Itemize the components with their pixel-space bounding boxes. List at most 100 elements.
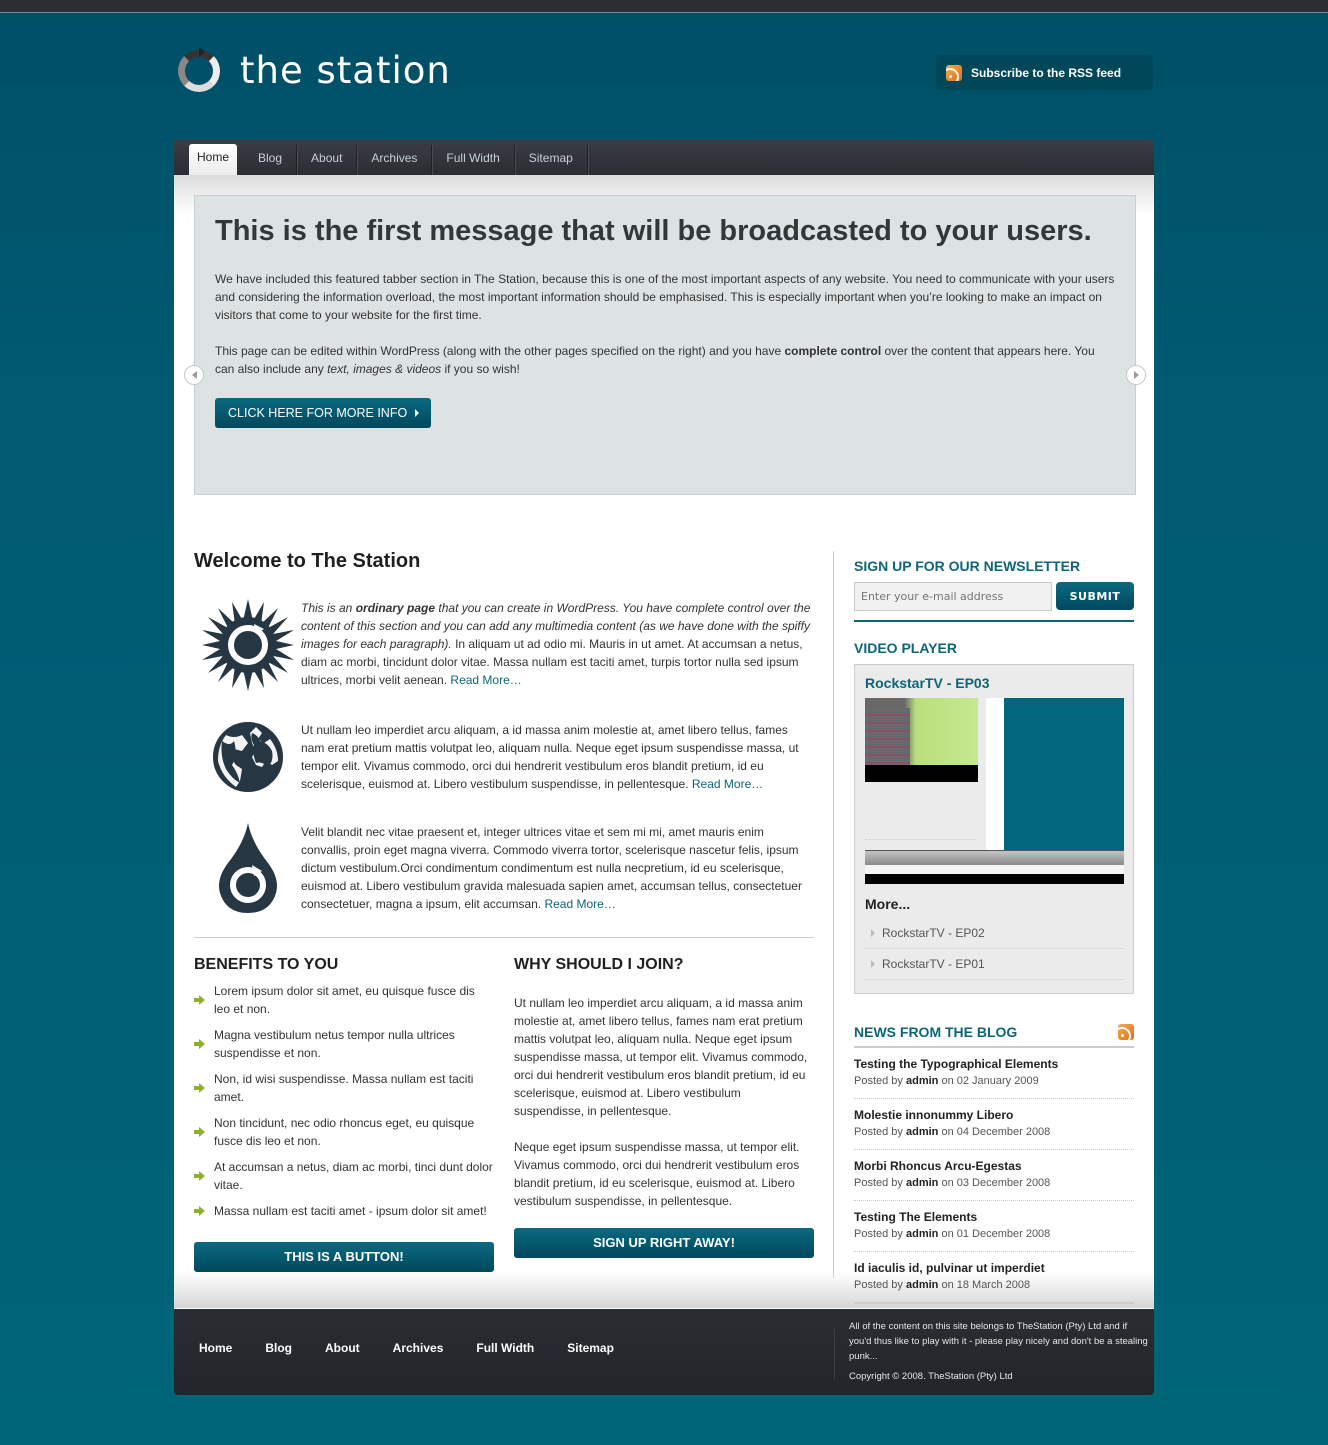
post-title-link[interactable]: Testing the Typographical Elements bbox=[854, 1056, 1134, 1073]
green-arrow-icon bbox=[194, 995, 206, 1005]
italic-text: This is an bbox=[301, 601, 356, 615]
sidebar: SIGN UP FOR OUR NEWSLETTER SUBMIT VIDEO … bbox=[854, 558, 1134, 1304]
feature-text: This is an ordinary page that you can cr… bbox=[301, 599, 813, 691]
benefits-heading: BENEFITS TO YOU bbox=[194, 956, 339, 973]
water-drop-icon bbox=[194, 823, 301, 913]
rss-subscribe-button[interactable]: Subscribe to the RSS feed bbox=[936, 55, 1153, 90]
content-area: This is the first message that will be b… bbox=[174, 175, 1154, 1308]
episode-label: RockstarTV - EP01 bbox=[882, 957, 985, 971]
benefit-text: Non tincidunt, nec odio rhoncus eget, eu… bbox=[214, 1116, 475, 1148]
post-author: admin bbox=[905, 1279, 939, 1291]
play-arrow-icon bbox=[415, 409, 420, 417]
video-title[interactable]: RockstarTV - EP03 bbox=[865, 675, 1123, 691]
feature-text: Velit blandit nec vitae praesent et, int… bbox=[301, 823, 813, 913]
post-title-link[interactable]: Id iaculis id, pulvinar ut imperdiet bbox=[854, 1260, 1134, 1277]
featured-heading: This is the first message that will be b… bbox=[215, 215, 1092, 247]
episode-link[interactable]: RockstarTV - EP01 bbox=[865, 949, 1123, 980]
read-more-link[interactable]: Read More… bbox=[692, 777, 763, 791]
nav-item-archives[interactable]: Archives bbox=[357, 145, 433, 175]
episode-link[interactable]: RockstarTV - EP02 bbox=[865, 918, 1123, 949]
post-author: admin bbox=[905, 1228, 939, 1240]
benefit-item: At accumsan a netus, diam ac morbi, tinc… bbox=[194, 1158, 494, 1194]
nav-item-blog[interactable]: Blog bbox=[244, 145, 298, 175]
post-title-link[interactable]: Morbi Rhoncus Arcu-Egestas bbox=[854, 1158, 1134, 1175]
site-title: the station bbox=[240, 49, 451, 92]
post-title-link[interactable]: Molestie innonummy Libero bbox=[854, 1107, 1134, 1124]
post-meta: Posted by admin on 04 December 2008 bbox=[854, 1124, 1134, 1141]
sign-up-button[interactable]: SIGN UP RIGHT AWAY! bbox=[514, 1228, 814, 1258]
rss-icon[interactable] bbox=[1118, 1024, 1134, 1040]
benefit-item: Massa nullam est taciti amet - ipsum dol… bbox=[194, 1202, 494, 1220]
footer-link-home[interactable]: Home bbox=[199, 1341, 232, 1355]
join-column: WHY SHOULD I JOIN? Ut nullam leo imperdi… bbox=[514, 956, 814, 1272]
read-more-link[interactable]: Read More… bbox=[544, 897, 615, 911]
thumbnail-person bbox=[865, 708, 910, 765]
next-slide-button[interactable] bbox=[1126, 365, 1146, 385]
footer-link-blog[interactable]: Blog bbox=[265, 1341, 292, 1355]
page-wrapper: Home Blog About Archives Full Width Site… bbox=[174, 140, 1154, 1395]
this-is-a-button[interactable]: THIS IS A BUTTON! bbox=[194, 1242, 494, 1272]
nav-item-sitemap[interactable]: Sitemap bbox=[515, 145, 588, 175]
join-paragraph-1: Ut nullam leo imperdiet arcu aliquam, a … bbox=[514, 996, 808, 1118]
footer: Home Blog About Archives Full Width Site… bbox=[174, 1308, 1154, 1395]
featured-tabber: This is the first message that will be b… bbox=[194, 195, 1136, 495]
benefit-text: Massa nullam est taciti amet - ipsum dol… bbox=[214, 1204, 487, 1218]
logo-ring-icon bbox=[178, 47, 220, 92]
submit-button[interactable]: SUBMIT bbox=[1056, 582, 1134, 610]
main-column: Welcome to The Station This is an ordina… bbox=[194, 550, 814, 1272]
featured-paragraph-1: We have included this featured tabber se… bbox=[215, 272, 1115, 322]
benefit-text: Magna vestibulum netus tempor nulla ultr… bbox=[214, 1028, 455, 1060]
footer-link-full-width[interactable]: Full Width bbox=[476, 1341, 534, 1355]
newsletter-form: SUBMIT bbox=[854, 582, 1134, 611]
footer-nav: Home Blog About Archives Full Width Site… bbox=[199, 1341, 647, 1355]
footer-separator bbox=[834, 1329, 835, 1379]
feature-row: Ut nullam leo imperdiet arcu aliquam, a … bbox=[194, 721, 814, 793]
green-arrow-icon bbox=[194, 1206, 206, 1216]
arrow-left-icon bbox=[191, 371, 197, 379]
footer-notice-text: All of the content on this site belongs … bbox=[849, 1321, 1148, 1362]
video-thumbnail[interactable] bbox=[865, 698, 978, 782]
video-heading: VIDEO PLAYER bbox=[854, 640, 957, 656]
previous-slide-button[interactable] bbox=[184, 365, 204, 385]
column-divider bbox=[833, 551, 834, 1278]
bold-text: complete control bbox=[784, 344, 882, 358]
text-run: This page can be edited within WordPress… bbox=[215, 344, 785, 358]
benefit-text: At accumsan a netus, diam ac morbi, tinc… bbox=[214, 1160, 493, 1192]
meta-prefix: Posted by bbox=[854, 1279, 906, 1291]
post-meta: Posted by admin on 18 March 2008 bbox=[854, 1277, 1134, 1294]
post-author: admin bbox=[905, 1126, 939, 1138]
post-meta: Posted by admin on 03 December 2008 bbox=[854, 1175, 1134, 1192]
section-divider bbox=[194, 937, 814, 938]
post-title-link[interactable]: Testing The Elements bbox=[854, 1209, 1134, 1226]
video-screen[interactable] bbox=[1004, 698, 1124, 850]
meta-prefix: Posted by bbox=[854, 1177, 906, 1189]
rss-icon bbox=[946, 64, 962, 81]
featured-paragraph-2: This page can be edited within WordPress… bbox=[215, 342, 1115, 378]
video-player[interactable] bbox=[865, 698, 1124, 884]
arrow-right-icon bbox=[1133, 371, 1139, 379]
newsletter-heading: SIGN UP FOR OUR NEWSLETTER bbox=[854, 558, 1081, 574]
blog-post: Molestie innonummy Libero Posted by admi… bbox=[854, 1099, 1134, 1150]
footer-link-archives[interactable]: Archives bbox=[393, 1341, 444, 1355]
more-info-button[interactable]: CLICK HERE FOR MORE INFO bbox=[215, 398, 432, 428]
nav-item-about[interactable]: About bbox=[297, 145, 358, 175]
teal-divider bbox=[854, 620, 1134, 622]
green-arrow-icon bbox=[194, 1127, 206, 1137]
email-input[interactable] bbox=[854, 582, 1052, 611]
read-more-link[interactable]: Read More… bbox=[450, 673, 521, 687]
footer-link-about[interactable]: About bbox=[325, 1341, 360, 1355]
blog-header: NEWS FROM THE BLOG bbox=[854, 1024, 1134, 1048]
post-date: on 03 December 2008 bbox=[938, 1177, 1051, 1189]
site-logo[interactable]: the station bbox=[178, 47, 451, 92]
episode-list: RockstarTV - EP02 RockstarTV - EP01 bbox=[865, 918, 1123, 980]
footer-link-sitemap[interactable]: Sitemap bbox=[567, 1341, 614, 1355]
benefits-column: BENEFITS TO YOU Lorem ipsum dolor sit am… bbox=[194, 956, 494, 1272]
nav-item-full-width[interactable]: Full Width bbox=[432, 145, 515, 175]
copyright-text: Copyright © 2008. TheStation (Pty) Ltd bbox=[849, 1371, 1013, 1382]
video-player-box: RockstarTV - EP03 More... RockstarTV - E… bbox=[854, 664, 1134, 994]
nav-item-home[interactable]: Home bbox=[189, 144, 238, 175]
benefit-text: Lorem ipsum dolor sit amet, eu quisque f… bbox=[214, 984, 475, 1016]
player-control-bar[interactable] bbox=[865, 850, 1124, 865]
blog-post: Morbi Rhoncus Arcu-Egestas Posted by adm… bbox=[854, 1150, 1134, 1201]
welcome-heading: Welcome to The Station bbox=[194, 550, 421, 572]
